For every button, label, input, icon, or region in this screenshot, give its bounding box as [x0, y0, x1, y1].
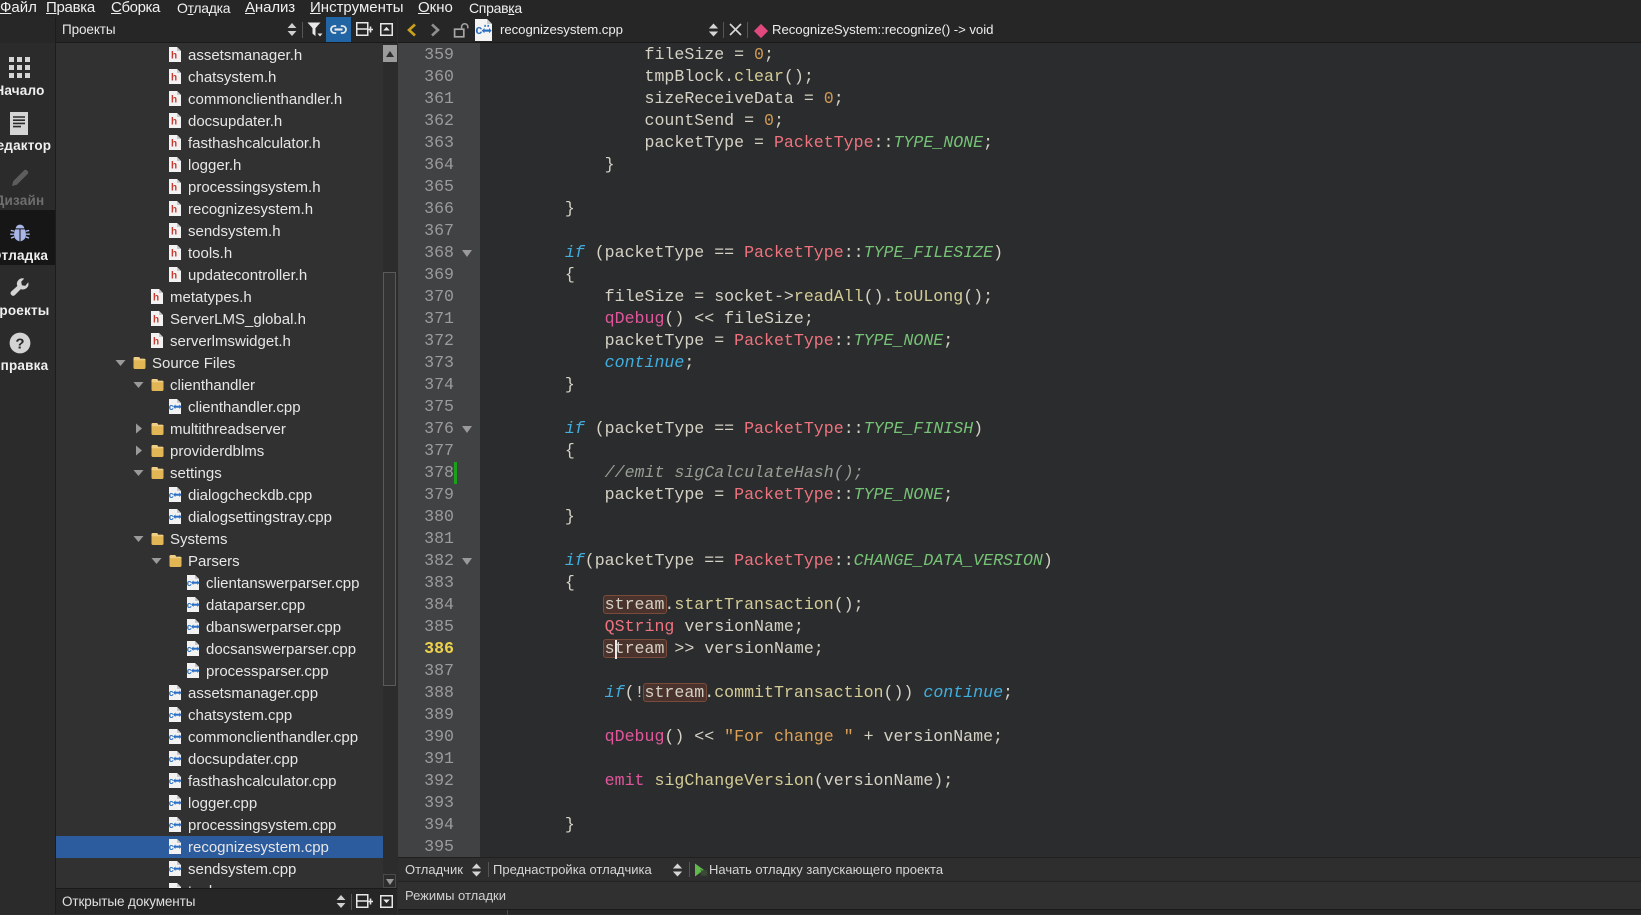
svg-text:c: c [169, 820, 174, 830]
svg-text:c: c [169, 402, 174, 412]
svg-text:h: h [171, 183, 177, 194]
svg-text:c: c [169, 732, 174, 742]
svg-text:c: c [169, 512, 174, 522]
svg-text:h: h [171, 95, 177, 106]
svg-text:c: c [169, 842, 174, 852]
svg-text:h: h [171, 271, 177, 282]
svg-text:c: c [187, 600, 192, 610]
svg-text:h: h [153, 293, 159, 304]
svg-text:h: h [171, 205, 177, 216]
svg-text:c: c [187, 644, 192, 654]
svg-text:h: h [171, 249, 177, 260]
svg-text:c: c [169, 754, 174, 764]
svg-text:h: h [171, 51, 177, 62]
svg-text:c: c [169, 776, 174, 786]
svg-text:h: h [171, 73, 177, 84]
svg-text:c: c [169, 710, 174, 720]
svg-text:h: h [153, 315, 159, 326]
svg-text:c: c [169, 688, 174, 698]
svg-text:c: c [169, 798, 174, 808]
svg-text:h: h [171, 161, 177, 172]
svg-text:c: c [475, 23, 482, 37]
svg-text:c: c [169, 490, 174, 500]
svg-text:c: c [187, 578, 192, 588]
svg-text:h: h [153, 337, 159, 348]
svg-text:h: h [171, 227, 177, 238]
svg-text:h: h [171, 139, 177, 150]
svg-text:c: c [187, 666, 192, 676]
svg-text:?: ? [15, 336, 24, 353]
svg-text:c: c [169, 864, 174, 874]
svg-text:c: c [187, 622, 192, 632]
svg-text:h: h [171, 117, 177, 128]
